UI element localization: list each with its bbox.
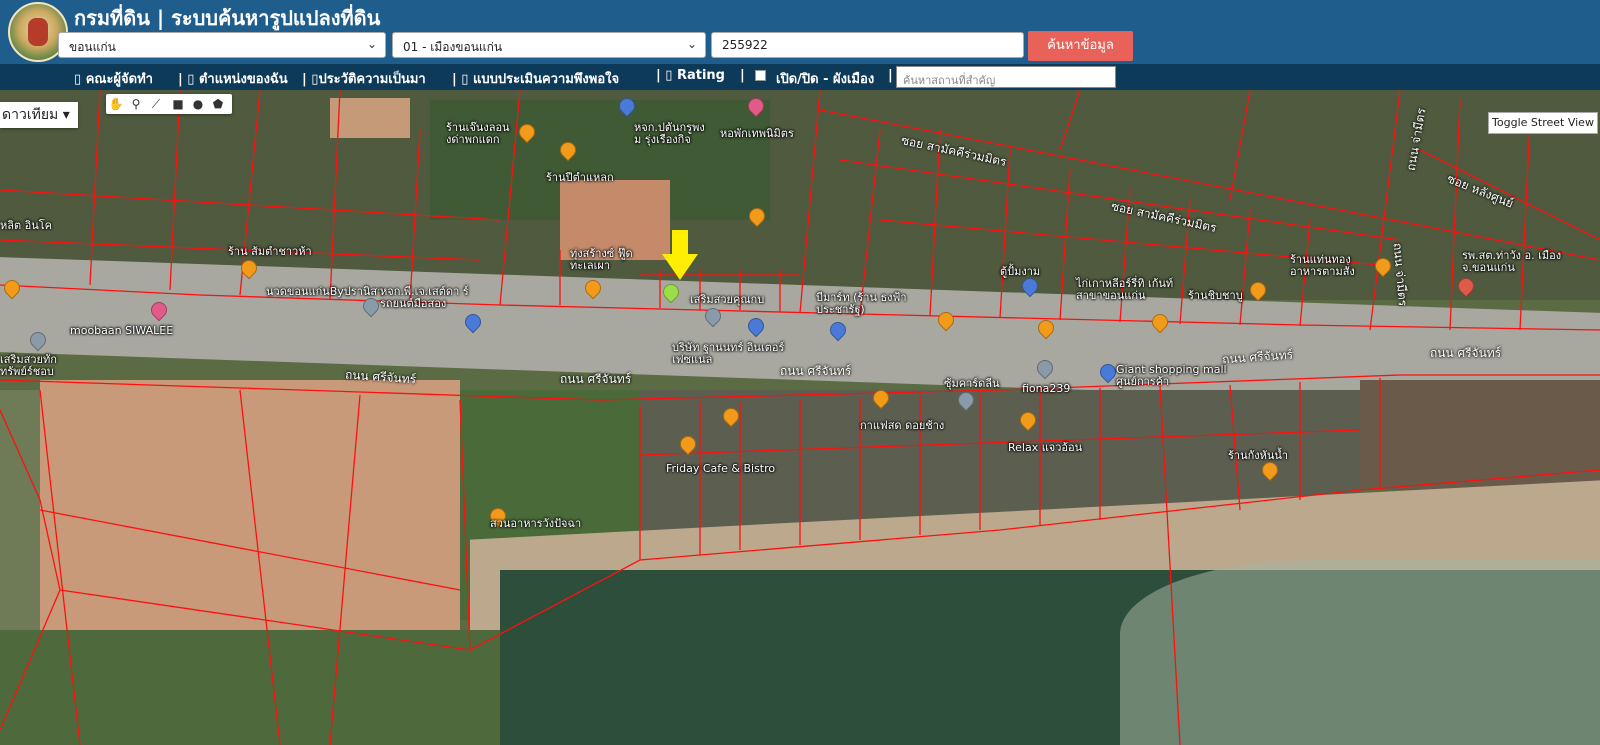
place-label: ร้านกังหันน้ำ: [1228, 449, 1289, 462]
nav-item-history[interactable]: | ▯ประวัติความเป็นมา: [302, 68, 426, 89]
restaurant-pin-icon[interactable]: [585, 280, 599, 298]
restaurant-pin-icon[interactable]: [1152, 314, 1166, 332]
place-label: ร้านชิบชาบู: [1188, 289, 1243, 302]
toggle-street-view-button[interactable]: Toggle Street View: [1488, 112, 1598, 134]
nav-item-label: แบบประเมินความพึงพอใจ: [472, 72, 620, 87]
app-header: กรมที่ดิน | ระบบค้นหารูปแปลงที่ดิน ขอนแก…: [0, 0, 1600, 64]
rectangle-icon[interactable]: ■: [170, 96, 186, 112]
province-value: ขอนแก่น: [69, 40, 116, 54]
nav-item-label: Rating: [676, 68, 725, 83]
parcel-number-input[interactable]: 255922: [711, 32, 1024, 58]
road-label: ถนน ศรีจันทร์: [560, 372, 632, 386]
drawing-toolbar: ✋ ⚲ ⟋ ■ ● ⬟: [106, 94, 232, 114]
restaurant-pin-icon[interactable]: [1262, 462, 1276, 480]
hand-icon[interactable]: ✋: [108, 96, 124, 112]
nav-separator: |: [740, 68, 745, 83]
lodging-pin-icon[interactable]: [151, 302, 165, 320]
place-label: หลิต อินโค: [0, 219, 53, 232]
selected-parcel-arrow-icon: [662, 230, 698, 280]
chevron-down-icon: ⌄: [686, 37, 697, 51]
place-label: หจก.ปตันกรูพง ม รุ่งเรืองกิจ: [634, 121, 705, 146]
place-label: fiona239: [1022, 382, 1071, 395]
parcel-number-value: 255922: [722, 38, 768, 52]
top-navbar: ▯ คณะผู้จัดทำ | ▯ ตำแหน่งของฉัน | ▯ประวั…: [0, 64, 1600, 90]
place-pin-icon[interactable]: [363, 298, 377, 316]
place-label: รพ.สต.ท่าวัง อ. เมือง จ.ขอนแก่น: [1462, 249, 1562, 274]
hospital-pin-icon[interactable]: [1458, 278, 1472, 296]
province-select[interactable]: ขอนแก่น ⌄: [58, 32, 386, 58]
site-title: กรมที่ดิน | ระบบค้นหารูปแปลงที่ดิน: [74, 6, 381, 30]
restaurant-pin-icon[interactable]: [241, 260, 255, 278]
basemap-selector[interactable]: ดาวเทียม ▾: [0, 102, 78, 128]
place-label: ตู้ปั้มงาม: [1000, 265, 1041, 278]
place-label: ซุ้มคาร์ดลีน: [944, 377, 1000, 390]
nav-item-label: ประวัติความเป็นมา: [318, 72, 426, 87]
place-label: นวดขอนแก่นByปรานิสา: [266, 285, 384, 298]
nav-separator: |: [888, 68, 893, 83]
nav-item-rating[interactable]: | ▯ Rating: [656, 68, 725, 83]
polygon-icon[interactable]: ⬟: [210, 96, 226, 112]
nav-item-label: คณะผู้จัดทำ: [85, 72, 153, 87]
place-label: สวนอาหารวังปัจฉา: [490, 517, 582, 530]
place-label: ร้านเจ๊นงลอน งด่าพกแดก: [446, 121, 510, 146]
place-label: ไก่เกาหลีอร์รี่ทิ เก้นท์ สาขาขอนแก่น: [1076, 277, 1174, 302]
place-label: ทุ่งสร้างซ์ ฟู๊ด ทะเลเผา: [570, 247, 633, 272]
place-label: ร้านแท่นทอง อาหารตามสั่ง: [1290, 253, 1355, 278]
place-label: เสริมสวยทัก ทรัพย์ร์ชอบ: [0, 353, 57, 378]
district-value: 01 - เมืองขอนแก่น: [403, 40, 503, 54]
restaurant-pin-icon[interactable]: [723, 408, 737, 426]
place-label: กาแฟสด ดอยช้าง: [860, 419, 945, 432]
restaurant-pin-icon[interactable]: [938, 312, 952, 330]
place-label: เสริมสวยคุณกบ: [690, 293, 765, 306]
place-label: Relax แจวอ้อน: [1008, 441, 1083, 454]
place-label: ร้าน ส้มตำชาวห้า: [228, 245, 312, 258]
place-label: บริษัท ฐานนทร์ อินเตอร์ เฟซแนล: [672, 341, 785, 366]
place-label: Friday Cafe & Bistro: [666, 462, 776, 475]
circle-icon[interactable]: ●: [190, 96, 206, 112]
restaurant-pin-icon[interactable]: [4, 280, 18, 298]
search-button[interactable]: ค้นหาข้อมูล: [1028, 31, 1133, 61]
marker-icon[interactable]: ⚲: [128, 96, 144, 112]
cafe-pin-icon[interactable]: [1038, 320, 1052, 338]
lodging-pin-icon[interactable]: [748, 98, 762, 116]
shop-pin-icon[interactable]: [748, 318, 762, 336]
place-pin-icon[interactable]: [30, 332, 44, 350]
nav-item-label: ตำแหน่งของฉัน: [198, 72, 288, 87]
road-label: ถนน ศรีจันทร์: [1430, 346, 1502, 360]
place-pin-icon[interactable]: [705, 308, 719, 326]
city-plan-checkbox[interactable]: [755, 70, 766, 81]
place-label: moobaan SIWALEE: [70, 324, 174, 337]
chevron-down-icon: ⌄: [366, 37, 377, 51]
place-label: หอพักเทพนิมิตร: [720, 127, 794, 140]
cafe-pin-icon[interactable]: [680, 436, 694, 454]
nav-item-team[interactable]: ▯ คณะผู้จัดทำ: [74, 68, 153, 89]
shop-pin-icon[interactable]: [465, 314, 479, 332]
parcel-boundaries: [0, 90, 1600, 745]
place-label: Giant shopping mall ศูนย์การค้า: [1116, 363, 1227, 388]
nav-item-my-location[interactable]: | ▯ ตำแหน่งของฉัน: [178, 68, 288, 89]
nav-item-survey[interactable]: | ▯ แบบประเมินความพึงพอใจ: [452, 68, 619, 89]
place-pin-icon[interactable]: [1037, 360, 1051, 378]
shop-pin-icon[interactable]: [1022, 278, 1036, 296]
city-plan-toggle-label: เปิด/ปิด - ผังเมือง: [776, 72, 875, 87]
shop-pin-icon[interactable]: [1100, 364, 1114, 382]
place-pin-icon[interactable]: [958, 392, 972, 410]
restaurant-pin-icon[interactable]: [1375, 258, 1389, 276]
cafe-pin-icon[interactable]: [873, 390, 887, 408]
restaurant-pin-icon[interactable]: [749, 208, 763, 226]
place-search-input[interactable]: ค้นหาสถานที่สำคัญ: [896, 66, 1116, 88]
satellite-map[interactable]: ดาวเทียม ▾ ✋ ⚲ ⟋ ■ ● ⬟ Toggle Street Vie…: [0, 90, 1600, 745]
restaurant-pin-icon[interactable]: [1250, 282, 1264, 300]
selected-parcel-pin-icon[interactable]: [663, 284, 677, 302]
place-label: ร้านปีตำแหลก: [546, 171, 614, 184]
shop-pin-icon[interactable]: [830, 322, 844, 340]
place-label: หจก.พี.เจ.เสต์ดา ร์ รถยนต์มือสอง: [380, 285, 469, 310]
restaurant-pin-icon[interactable]: [560, 142, 574, 160]
shop-pin-icon[interactable]: [619, 98, 633, 116]
place-label: บีมาร์ท (ร้าน ธงฟ้าประชารัฐ): [816, 291, 907, 316]
polyline-icon[interactable]: ⟋: [148, 96, 164, 112]
restaurant-pin-icon[interactable]: [1020, 412, 1034, 430]
basemap-label: ดาวเทียม: [2, 107, 59, 123]
district-select[interactable]: 01 - เมืองขอนแก่น ⌄: [392, 32, 706, 58]
